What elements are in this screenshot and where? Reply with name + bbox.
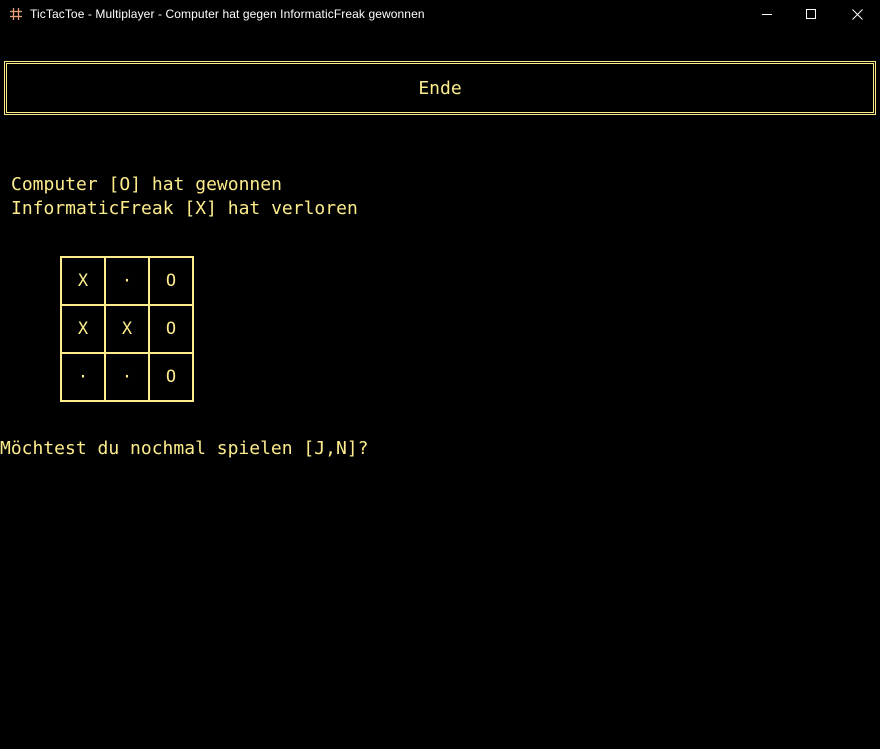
maximize-button[interactable] (788, 0, 834, 28)
board-cell-r3c1: · (62, 354, 106, 402)
close-button[interactable] (834, 0, 880, 28)
close-icon (851, 8, 863, 20)
board-cell-r3c2: · (106, 354, 150, 402)
maximize-icon (806, 9, 816, 19)
game-board: X · O X X O · · O (60, 256, 194, 402)
board-cell-r1c1: X (62, 258, 106, 306)
board-cell-r2c1: X (62, 306, 106, 354)
window-title: TicTacToe - Multiplayer - Computer hat g… (30, 7, 425, 21)
loser-message: InformaticFreak [X] hat verloren (11, 198, 358, 219)
header-banner: Ende (4, 61, 876, 115)
replay-prompt[interactable]: Möchtest du nochmal spielen [J,N]? (0, 437, 368, 461)
winner-message: Computer [O] hat gewonnen (11, 174, 282, 195)
board-cell-r3c3: O (150, 354, 194, 402)
hash-icon (8, 6, 24, 22)
minimize-icon (762, 14, 772, 15)
minimize-button[interactable] (744, 0, 790, 28)
title-bar[interactable]: TicTacToe - Multiplayer - Computer hat g… (0, 0, 880, 28)
board-cell-r2c2: X (106, 306, 150, 354)
board-cell-r2c3: O (150, 306, 194, 354)
board-cell-r1c3: O (150, 258, 194, 306)
header-title: Ende (418, 77, 462, 99)
board-cell-r1c2: · (106, 258, 150, 306)
